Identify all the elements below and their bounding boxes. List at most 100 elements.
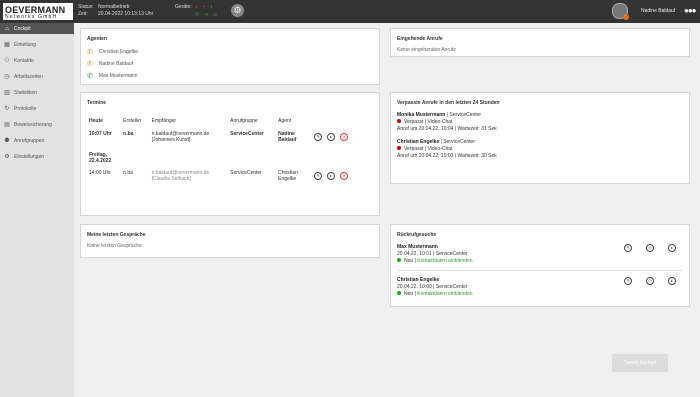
sidebar-item-label: Einstellungen xyxy=(14,153,45,160)
time-label: Zeit: xyxy=(78,11,88,17)
new-dot-icon xyxy=(397,291,401,295)
delete-icon[interactable]: ✕ xyxy=(340,172,349,180)
missed-call-item: Monika Mustermann | ServiceCenter Verpas… xyxy=(397,112,689,133)
mic-icon: ◗ xyxy=(209,4,213,10)
sidebar-item-arbeitszeiten[interactable]: ◷ Arbeitszeiten xyxy=(0,71,74,82)
agent-item: ✆ Max Mustermann xyxy=(87,70,379,82)
panel-title: Meine letzten Gespräche xyxy=(87,232,146,238)
empty-message: Keine eingehenden Anrufe xyxy=(397,47,456,53)
appointment-creator: n.ba xyxy=(123,131,134,137)
sidebar-item-cockpit[interactable]: ⌂ Cockpit xyxy=(0,23,74,34)
sidebar-item-kontakte[interactable]: ⚇ Kontakte xyxy=(0,55,74,66)
delete-icon[interactable]: ✕ xyxy=(340,133,349,141)
sidebar-item-label: Kontakte xyxy=(14,57,34,64)
sidebar-item-label: Arbeitszeiten xyxy=(14,73,43,80)
home-icon: ⌂ xyxy=(5,25,9,32)
missed-dot-icon xyxy=(397,146,401,150)
caller-name: Christian Engelke xyxy=(397,277,440,283)
device-status-row-1: ◖ ▪ ◗ xyxy=(195,4,213,10)
call-detail: Anruf um 20.04.22, 10:03 | Wartezeit: 30… xyxy=(397,153,497,159)
sidebar-item-einstellungen[interactable]: ⚙ Einstellungen xyxy=(0,151,74,162)
log-icon: ↻ xyxy=(4,106,10,112)
edit-icon[interactable]: ✎ xyxy=(314,133,323,141)
phone-icon: ✆ xyxy=(87,73,93,80)
callback-actions: ✎ ◷ ▸ xyxy=(624,244,681,252)
time-value: 20.04.2022 10:13:13 Uhr xyxy=(98,11,154,17)
video-icon[interactable]: ▸ xyxy=(668,244,676,252)
edit-icon[interactable]: ✎ xyxy=(624,244,632,252)
sidebar-item-statistiken[interactable]: ▥ Statistiken xyxy=(0,87,74,98)
sidebar-item-beweissicherung[interactable]: ▤ Beweissicherung xyxy=(0,119,74,130)
gear-icon: ⚙ xyxy=(4,154,10,160)
recipient-name: [Claudia Selbach] xyxy=(151,176,191,182)
phone-icon: ✆ xyxy=(87,61,93,68)
sidebar-item-label: Statistiken xyxy=(14,89,38,96)
agent-name: Christian Engelke xyxy=(98,49,139,55)
call-status: Verpasst xyxy=(404,146,424,152)
phone-icon: ✆ xyxy=(195,12,200,18)
sidebar-item-einteilung[interactable]: ▦ Einteilung xyxy=(0,39,74,50)
group-icon: ⚉ xyxy=(4,138,10,144)
appointments-panel: Termine Heute Ersteller Empfänger Anrufg… xyxy=(80,92,380,216)
missed-calls-panel: Verpasste Anrufe in den letzten 24 Stund… xyxy=(390,92,690,184)
video-icon[interactable]: ▸ xyxy=(668,277,676,285)
user-menu[interactable]: Nadine Baldauf xyxy=(612,3,675,20)
clock-icon[interactable]: ◷ xyxy=(646,277,654,285)
recipient-name: [Johannes Kunst] xyxy=(151,137,191,143)
sidebar-item-protokolle[interactable]: ↻ Protokolle xyxy=(0,103,74,114)
empty-message: Keine letzten Gespräche xyxy=(87,243,142,249)
book-appointment-button[interactable]: Termin buchen xyxy=(612,354,668,372)
call-status: Verpasst xyxy=(404,119,424,125)
sidebar-item-anrufgruppen[interactable]: ⚉ Anrufgruppen xyxy=(0,135,74,146)
devices-label: Geräte: xyxy=(175,4,192,10)
caller-name: Monika Mustermann xyxy=(397,112,446,118)
column-header: Anrufgruppe xyxy=(230,118,258,124)
callback-item: Christian Engelke 20.04.22, 10:00 | Serv… xyxy=(397,277,689,298)
show-contact-link[interactable]: Kontaktdaten einblenden xyxy=(417,291,472,297)
call-channel: Video-Chat xyxy=(427,146,453,152)
status-value: Normalbetrieb xyxy=(98,4,130,10)
agent-item: ✆ Nadine Baldauf xyxy=(87,58,379,70)
panel-title: Agenten xyxy=(87,36,107,42)
column-header: Empfänger xyxy=(151,118,177,124)
more-menu-icon[interactable]: ●●● xyxy=(684,6,696,15)
appointment-agent: Christian Engelke xyxy=(278,170,298,182)
recent-calls-panel: Meine letzten Gespräche Keine letzten Ge… xyxy=(80,224,380,258)
contacts-icon: ⚇ xyxy=(4,58,10,64)
video-icon[interactable]: ▸ xyxy=(327,133,336,141)
status-label: Status: xyxy=(78,4,94,10)
edit-icon[interactable]: ✎ xyxy=(314,172,323,180)
logo-subtext: Networks GmbH xyxy=(5,14,58,20)
video-icon[interactable]: ▸ xyxy=(327,172,336,180)
link-icon: ∞ xyxy=(213,12,217,18)
clock-icon: ◷ xyxy=(4,74,10,80)
grid-icon: ▦ xyxy=(4,42,10,48)
gear-icon: ⚙ xyxy=(233,5,242,15)
divider xyxy=(397,270,683,271)
edit-icon[interactable]: ✎ xyxy=(624,277,632,285)
avatar[interactable] xyxy=(612,3,629,20)
panel-title: Eingehende Anrufe xyxy=(397,36,443,42)
clock-icon[interactable]: ◷ xyxy=(646,244,654,252)
agent-name: Nadine Baldauf xyxy=(98,61,134,67)
archive-icon: ▤ xyxy=(4,122,10,128)
headset-icon: ◖ xyxy=(195,4,199,10)
callback-status: Neu xyxy=(404,258,414,264)
appointment-group: ServiceCenter xyxy=(230,131,264,137)
sidebar-item-label: Anrufgruppen xyxy=(14,137,45,144)
appointment-creator: n.ba xyxy=(123,170,133,176)
show-contact-link[interactable]: Kontaktdaten einblenden xyxy=(417,258,472,264)
call-channel: Video-Chat xyxy=(427,119,453,125)
call-group: ServiceCenter xyxy=(443,139,475,145)
column-header: Ersteller xyxy=(123,118,142,124)
call-group: ServiceCenter xyxy=(449,112,482,118)
table-row: 14:00 Uhr n.ba n.baldauf@oevermann.de [Cl… xyxy=(87,167,367,185)
new-dot-icon xyxy=(397,258,401,262)
caller-name: Max Mustermann xyxy=(397,244,438,250)
settings-button[interactable]: ⚙ xyxy=(231,4,244,17)
incoming-calls-panel: Eingehende Anrufe Keine eingehenden Anru… xyxy=(390,28,690,57)
callback-detail: 20.04.22, 10:00 | ServiceCenter xyxy=(397,284,468,290)
agent-item: ✆ Christian Engelke xyxy=(87,46,379,58)
appointment-agent: Nadine Baldauf xyxy=(278,131,297,143)
callback-actions: ✎ ◷ ▸ xyxy=(624,277,681,285)
